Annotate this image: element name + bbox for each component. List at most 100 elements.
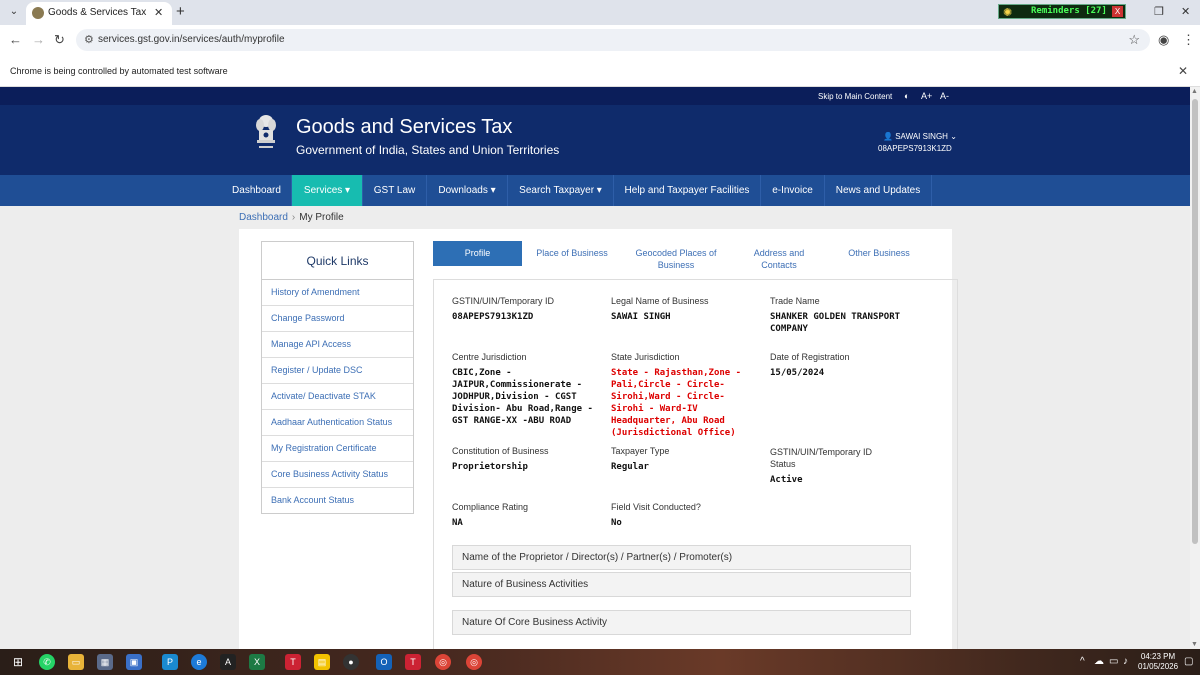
font-increase-button[interactable]: A+: [921, 91, 932, 101]
nav-gst-law[interactable]: GST Law: [363, 175, 427, 206]
scroll-down-icon[interactable]: ▼: [1191, 641, 1198, 648]
nav-dashboard[interactable]: Dashboard: [222, 175, 292, 206]
breadcrumb-dashboard[interactable]: Dashboard: [239, 212, 288, 223]
quick-link-register-dsc[interactable]: Register / Update DSC: [262, 358, 413, 384]
tab-other-business[interactable]: Other Business: [839, 247, 919, 259]
site-title: Goods and Services Tax: [296, 116, 513, 138]
centre-jurisdiction-value: CBIC,Zone - JAIPUR,Commissionerate - JOD…: [452, 368, 593, 426]
quick-link-stak[interactable]: Activate/ Deactivate STAK: [262, 384, 413, 410]
bookmark-star-icon[interactable]: ☆: [1128, 32, 1140, 48]
tab-address-contacts[interactable]: Address and Contacts: [744, 247, 814, 271]
new-tab-plus-icon[interactable]: +: [176, 3, 185, 20]
browser-tabstrip: ⌄ Goods & Services Tax (GST) | U ✕ + ✺ R…: [0, 0, 1200, 25]
recorder-icon[interactable]: ●: [343, 654, 359, 670]
contrast-toggle-icon[interactable]: ◐: [904, 91, 909, 101]
chrome-active-icon[interactable]: ◎: [466, 654, 482, 670]
site-info-icon[interactable]: ⚙: [84, 33, 94, 46]
outlook-icon[interactable]: O: [376, 654, 392, 670]
tab-search-chevron-icon[interactable]: ⌄: [6, 4, 22, 20]
edge-browser-icon[interactable]: e: [191, 654, 207, 670]
address-bar-row: ← → ↻ ⚙ services.gst.gov.in/services/aut…: [0, 25, 1200, 55]
kebab-menu-icon[interactable]: ⋮: [1182, 32, 1195, 48]
accordion-core-business-activity[interactable]: Nature Of Core Business Activity: [452, 610, 911, 635]
taskbar-clock[interactable]: 04:23 PM 01/05/2026: [1138, 652, 1178, 672]
bulb-icon: ✺: [1003, 7, 1013, 19]
reminders-close-icon[interactable]: X: [1112, 6, 1123, 17]
tab-profile[interactable]: Profile: [433, 241, 522, 266]
close-window-icon[interactable]: ✕: [1181, 5, 1190, 18]
notification-icon[interactable]: ▢: [1184, 656, 1193, 667]
infobar-text: Chrome is being controlled by automated …: [10, 66, 228, 76]
page-scrollbar[interactable]: ▲ ▼: [1190, 87, 1200, 649]
gst-favicon-icon: [32, 7, 44, 19]
app-window-icon[interactable]: ▦: [97, 654, 113, 670]
windows-start-icon[interactable]: ⊞: [10, 654, 26, 670]
excel-icon[interactable]: X: [249, 654, 265, 670]
breadcrumb-current: My Profile: [299, 212, 344, 223]
site-subtitle: Government of India, States and Union Te…: [296, 143, 560, 157]
quick-link-core-business-status[interactable]: Core Business Activity Status: [262, 462, 413, 488]
url-text[interactable]: services.gst.gov.in/services/auth/myprof…: [98, 34, 285, 45]
restore-window-icon[interactable]: ❐: [1154, 5, 1164, 18]
file-explorer-icon[interactable]: ▭: [68, 654, 84, 670]
font-decrease-button[interactable]: A-: [940, 91, 949, 101]
tray-chevron-icon[interactable]: ^: [1080, 656, 1085, 667]
reload-icon[interactable]: ↻: [54, 32, 65, 48]
profile-avatar-icon[interactable]: ◉: [1158, 32, 1169, 48]
state-jurisdiction-value: State - Rajasthan,Zone - Pali,Circle - C…: [611, 368, 742, 438]
whatsapp-icon[interactable]: ✆: [39, 654, 55, 670]
cloud-icon[interactable]: ☁: [1094, 656, 1104, 667]
automation-infobar: Chrome is being controlled by automated …: [0, 55, 1200, 87]
gstin-status-label: GSTIN/UIN/Temporary ID Status: [770, 447, 873, 469]
quick-link-change-password[interactable]: Change Password: [262, 306, 413, 332]
user-menu[interactable]: 👤 SAWAI SINGH ⌄: [883, 132, 957, 141]
registration-date-label: Date of Registration: [770, 352, 850, 362]
tab-close-icon[interactable]: ✕: [154, 6, 163, 19]
quick-link-manage-api[interactable]: Manage API Access: [262, 332, 413, 358]
volume-icon[interactable]: ♪: [1123, 656, 1128, 667]
tally-icon[interactable]: T: [285, 654, 301, 670]
display-icon[interactable]: ▭: [1109, 656, 1118, 667]
user-icon: 👤: [883, 132, 893, 141]
clock-time: 04:23 PM: [1140, 652, 1176, 661]
accordion-business-activities[interactable]: Nature of Business Activities: [452, 572, 911, 597]
nav-news-updates[interactable]: News and Updates: [825, 175, 932, 206]
legal-name-label: Legal Name of Business: [611, 296, 709, 306]
scroll-up-icon[interactable]: ▲: [1191, 88, 1198, 95]
compliance-rating-value: NA: [452, 518, 463, 528]
tally-icon-2[interactable]: T: [405, 654, 421, 670]
a-app-icon[interactable]: A: [220, 654, 236, 670]
skip-to-main-link[interactable]: Skip to Main Content: [818, 92, 892, 101]
remote-app-icon[interactable]: ▣: [126, 654, 142, 670]
p-app-icon[interactable]: P: [162, 654, 178, 670]
quick-links-title: Quick Links: [262, 242, 413, 280]
nav-downloads[interactable]: Downloads ▾: [427, 175, 508, 206]
nav-help[interactable]: Help and Taxpayer Facilities: [614, 175, 761, 206]
quick-link-history-amendment[interactable]: History of Amendment: [262, 280, 413, 306]
tab-place-of-business[interactable]: Place of Business: [532, 247, 612, 259]
field-visit-label: Field Visit Conducted?: [611, 502, 701, 512]
scroll-thumb[interactable]: [1192, 99, 1198, 544]
browser-tab[interactable]: Goods & Services Tax (GST) | U ✕: [26, 2, 172, 25]
infobar-close-icon[interactable]: ✕: [1178, 64, 1188, 78]
user-gstin: 08APEPS7913K1ZD: [878, 144, 952, 153]
gstin-status-value: Active: [770, 475, 803, 485]
chrome-icon[interactable]: ◎: [435, 654, 451, 670]
forward-arrow-icon[interactable]: →: [32, 32, 45, 47]
profile-card: Quick Links History of Amendment Change …: [239, 229, 958, 649]
quick-link-aadhaar-status[interactable]: Aadhaar Authentication Status: [262, 410, 413, 436]
omnibox[interactable]: ⚙ services.gst.gov.in/services/auth/mypr…: [76, 29, 1150, 51]
utility-strip: Skip to Main Content ◐ A+ A-: [0, 87, 1190, 105]
nav-services[interactable]: Services ▾: [292, 175, 363, 206]
registration-date-value: 15/05/2024: [770, 368, 825, 378]
back-arrow-icon[interactable]: ←: [9, 32, 22, 47]
accordion-proprietor[interactable]: Name of the Proprietor / Director(s) / P…: [452, 545, 911, 570]
main-nav: Dashboard Services ▾ GST Law Downloads ▾…: [0, 175, 1190, 206]
tab-geocoded-places[interactable]: Geocoded Places of Business: [631, 247, 721, 271]
nav-search-taxpayer[interactable]: Search Taxpayer ▾: [508, 175, 614, 206]
quick-link-registration-certificate[interactable]: My Registration Certificate: [262, 436, 413, 462]
reminders-widget[interactable]: ✺ Reminders [27] X: [998, 4, 1126, 19]
notes-icon[interactable]: ▤: [314, 654, 330, 670]
nav-e-invoice[interactable]: e-Invoice: [761, 175, 825, 206]
quick-link-bank-account-status[interactable]: Bank Account Status: [262, 488, 413, 513]
